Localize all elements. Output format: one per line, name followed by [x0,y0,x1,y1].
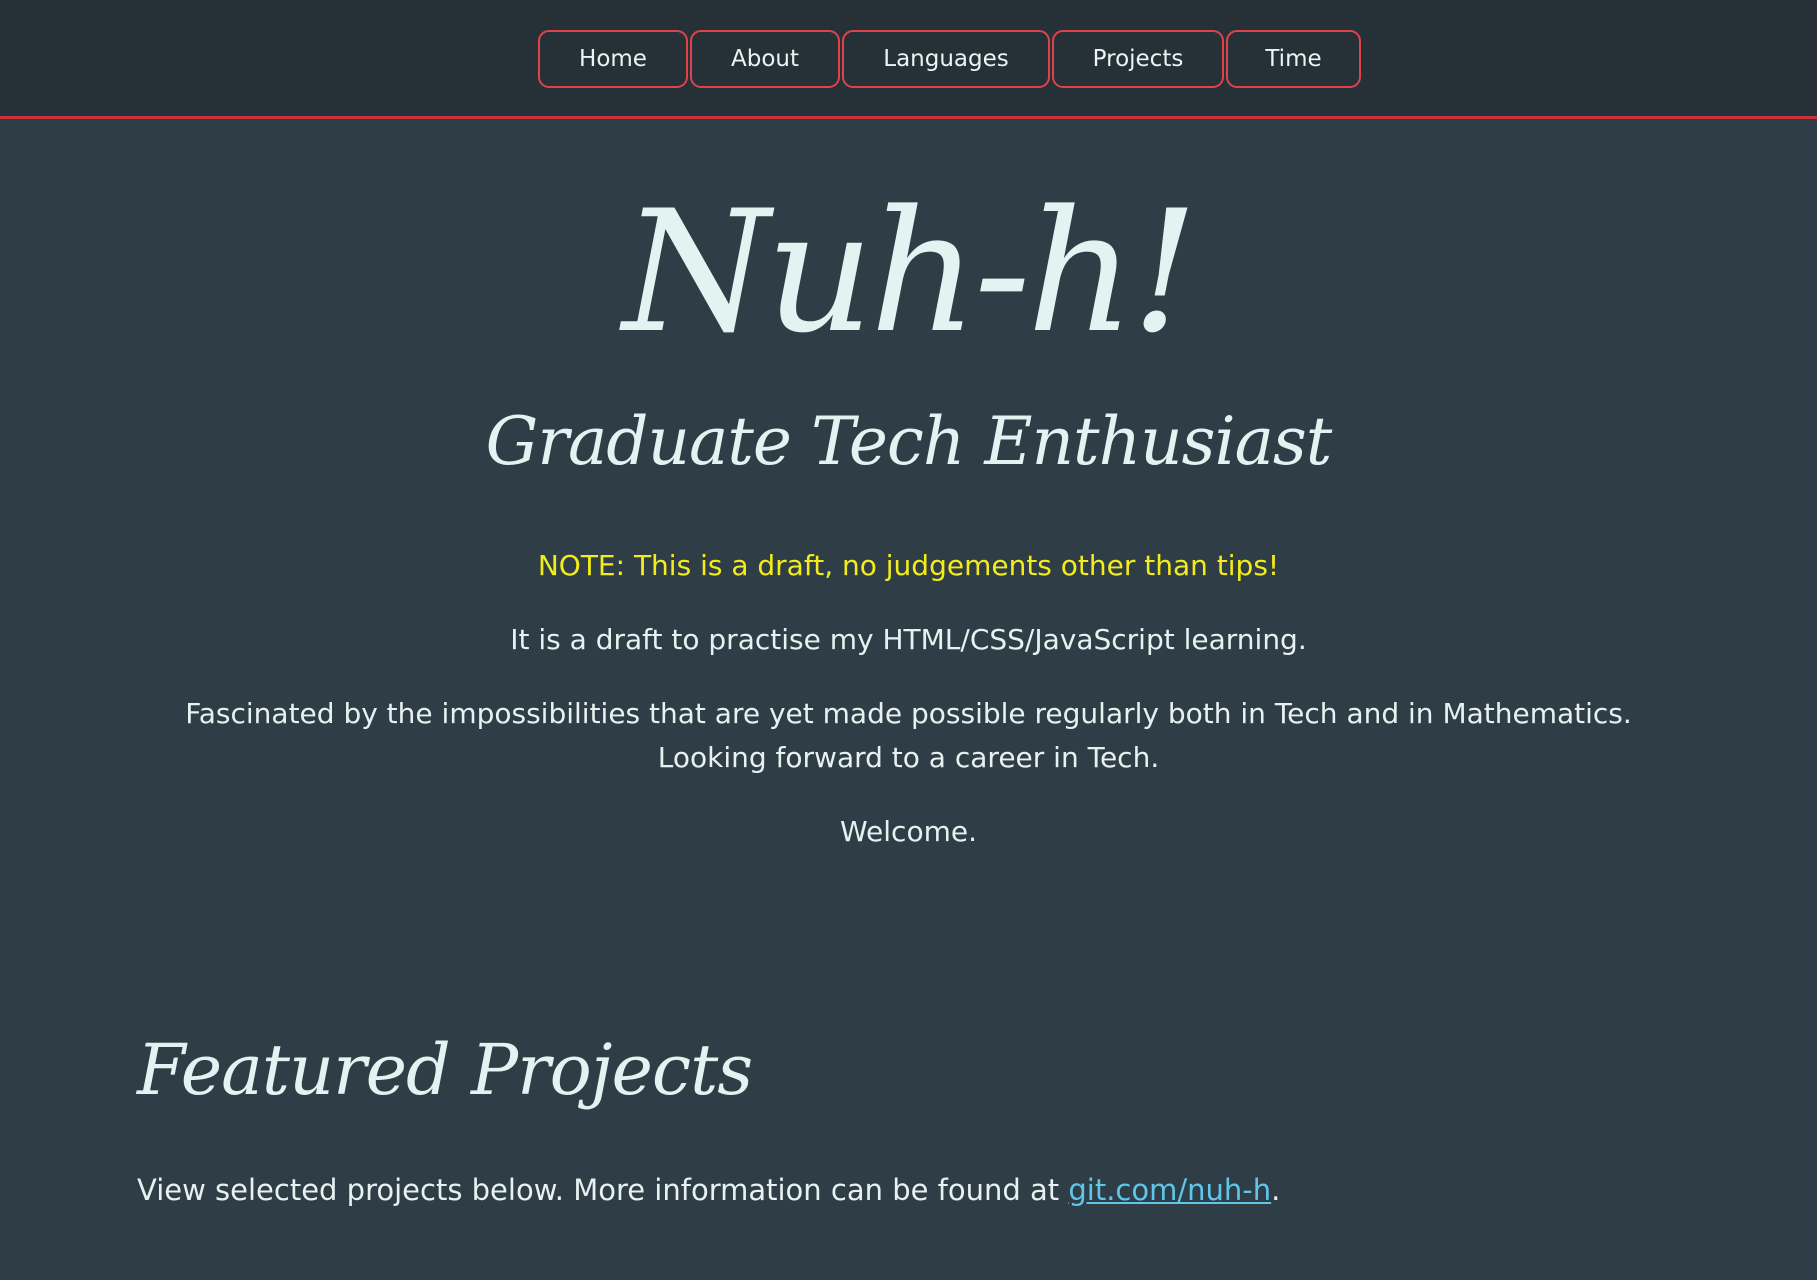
description-text: View selected projects below. More infor… [137,1173,1069,1207]
draft-note: NOTE: This is a draft, no judgements oth… [537,549,1280,582]
nav-about-button[interactable]: About [690,30,840,88]
hero-subtitle: Graduate Tech Enthusiast [485,403,1333,480]
description-period: . [1271,1173,1281,1207]
nav-languages-button[interactable]: Languages [842,30,1050,88]
fascination-line: Fascinated by the impossibilities that a… [185,697,1632,730]
top-nav: Home About Languages Projects Time [0,0,1817,119]
intro-line: It is a draft to practise my HTML/CSS/Ja… [510,623,1307,656]
career-line: Looking forward to a career in Tech. [657,741,1160,774]
welcome-text: Welcome. [840,815,977,848]
git-profile-link[interactable]: git.com/nuh-h [1068,1173,1271,1207]
hero-title: Nuh-h! [622,174,1199,370]
nav-button-group: Home About Languages Projects Time [538,30,1361,88]
featured-projects-description: View selected projects below. More infor… [137,1168,1280,1212]
nav-projects-button[interactable]: Projects [1052,30,1224,88]
nav-time-button[interactable]: Time [1226,30,1361,88]
nav-home-button[interactable]: Home [538,30,688,88]
featured-projects-heading: Featured Projects [137,1029,753,1111]
